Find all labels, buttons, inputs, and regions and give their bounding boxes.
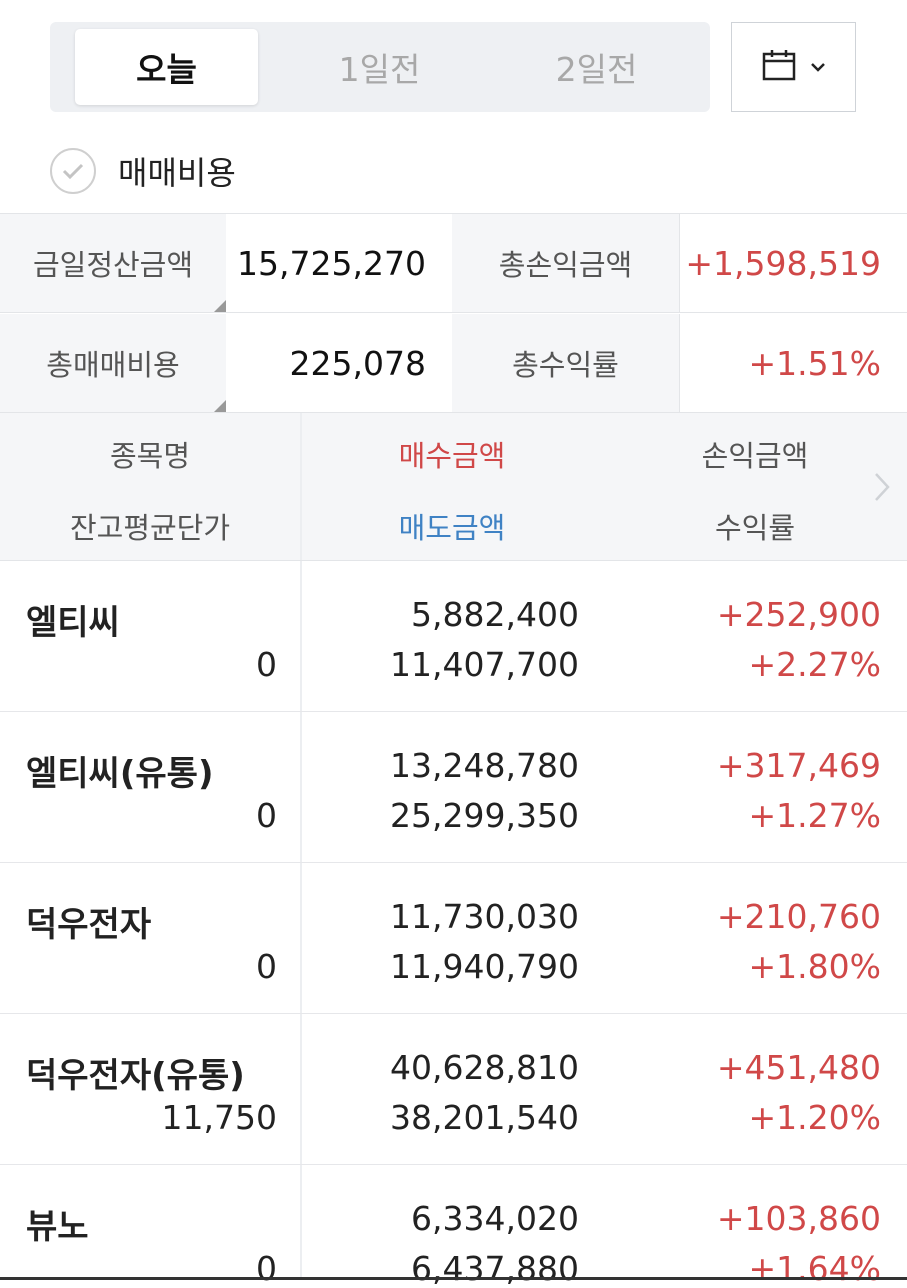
return-rate: +1.20% — [748, 1098, 881, 1137]
return-rate: +1.64% — [748, 1249, 881, 1288]
chevron-down-icon — [810, 58, 826, 77]
header-profit-amount[interactable]: 손익금액 — [605, 433, 905, 475]
corner-marker — [214, 300, 226, 312]
column-divider — [300, 863, 302, 1013]
trading-fee-toggle[interactable]: 매매비용 — [50, 145, 236, 197]
sell-amount: 11,940,790 — [390, 947, 579, 986]
corner-marker — [214, 400, 226, 412]
check-icon[interactable] — [50, 148, 96, 194]
total-fee-label-text: 총매매비용 — [46, 348, 180, 382]
settlement-amount-value: 15,725,270 — [226, 214, 452, 313]
profit-amount: +451,480 — [716, 1048, 881, 1087]
tab-today[interactable]: 오늘 — [75, 29, 258, 105]
stock-name: 덕우전자 — [26, 905, 152, 945]
calendar-icon — [762, 49, 796, 85]
column-divider — [300, 561, 302, 711]
settlement-amount-label-text: 금일정산금액 — [32, 248, 194, 282]
avg-price: 0 — [256, 947, 277, 986]
profit-amount: +210,760 — [716, 897, 881, 936]
return-rate: +1.27% — [748, 796, 881, 835]
header-avg-price[interactable]: 잔고평균단가 — [0, 505, 300, 547]
period-segmented-control: 오늘 1일전 2일전 — [50, 22, 710, 112]
summary-panel: 금일정산금액 15,725,270 총손익금액 +1,598,519 총매매비용… — [0, 213, 907, 414]
buy-amount: 13,248,780 — [390, 746, 579, 785]
column-divider — [300, 1165, 302, 1277]
column-divider — [300, 413, 302, 560]
buy-amount: 5,882,400 — [411, 595, 579, 634]
stock-name: 뷰노 — [26, 1207, 89, 1247]
header-sell-amount[interactable]: 매도금액 — [302, 505, 602, 547]
sell-amount: 38,201,540 — [390, 1098, 579, 1137]
tab-2-days-ago[interactable]: 2일전 — [505, 29, 688, 105]
column-divider — [300, 1014, 302, 1164]
total-profit-value: +1,598,519 — [679, 214, 907, 313]
return-rate: +2.27% — [748, 645, 881, 684]
chevron-right-icon[interactable] — [873, 471, 891, 507]
buy-amount: 11,730,030 — [390, 897, 579, 936]
column-divider — [300, 712, 302, 862]
profit-amount: +252,900 — [716, 595, 881, 634]
sell-amount: 11,407,700 — [390, 645, 579, 684]
header-return-rate[interactable]: 수익률 — [605, 505, 905, 547]
header-buy-amount[interactable]: 매수금액 — [302, 433, 602, 475]
total-fee-label: 총매매비용 — [0, 314, 226, 413]
table-row[interactable]: 엘티씨 0 5,882,400 11,407,700 +252,900 +2.2… — [0, 561, 907, 712]
total-fee-value: 225,078 — [226, 314, 452, 413]
stock-name: 엘티씨(유통) — [26, 754, 214, 794]
table-row[interactable]: 엘티씨(유통) 0 13,248,780 25,299,350 +317,469… — [0, 712, 907, 863]
buy-amount: 6,334,020 — [411, 1199, 579, 1238]
stock-name: 덕우전자(유통) — [26, 1056, 245, 1096]
profit-amount: +103,860 — [716, 1199, 881, 1238]
total-return-value: +1.51% — [679, 314, 907, 413]
buy-amount: 40,628,810 — [390, 1048, 579, 1087]
settlement-amount-label: 금일정산금액 — [0, 214, 226, 313]
total-return-label: 총수익률 — [452, 314, 679, 413]
table-header: 종목명 잔고평균단가 매수금액 매도금액 손익금액 수익률 — [0, 413, 907, 561]
avg-price: 0 — [256, 645, 277, 684]
table-row[interactable]: 덕우전자 0 11,730,030 11,940,790 +210,760 +1… — [0, 863, 907, 1014]
total-profit-label: 총손익금액 — [452, 214, 679, 313]
calendar-button[interactable] — [731, 22, 856, 112]
tab-1-day-ago[interactable]: 1일전 — [288, 29, 471, 105]
sell-amount: 6,437,880 — [411, 1249, 579, 1288]
profit-amount: +317,469 — [716, 746, 881, 785]
trading-fee-label: 매매비용 — [118, 154, 236, 192]
avg-price: 0 — [256, 1249, 277, 1288]
avg-price: 11,750 — [161, 1098, 277, 1137]
table-row[interactable]: 뷰노 0 6,334,020 6,437,880 +103,860 +1.64% — [0, 1165, 907, 1288]
stock-name: 엘티씨 — [26, 603, 120, 643]
table-row[interactable]: 덕우전자(유통) 11,750 40,628,810 38,201,540 +4… — [0, 1014, 907, 1165]
header-stock-name[interactable]: 종목명 — [0, 433, 300, 475]
return-rate: +1.80% — [748, 947, 881, 986]
avg-price: 0 — [256, 796, 277, 835]
sell-amount: 25,299,350 — [390, 796, 579, 835]
